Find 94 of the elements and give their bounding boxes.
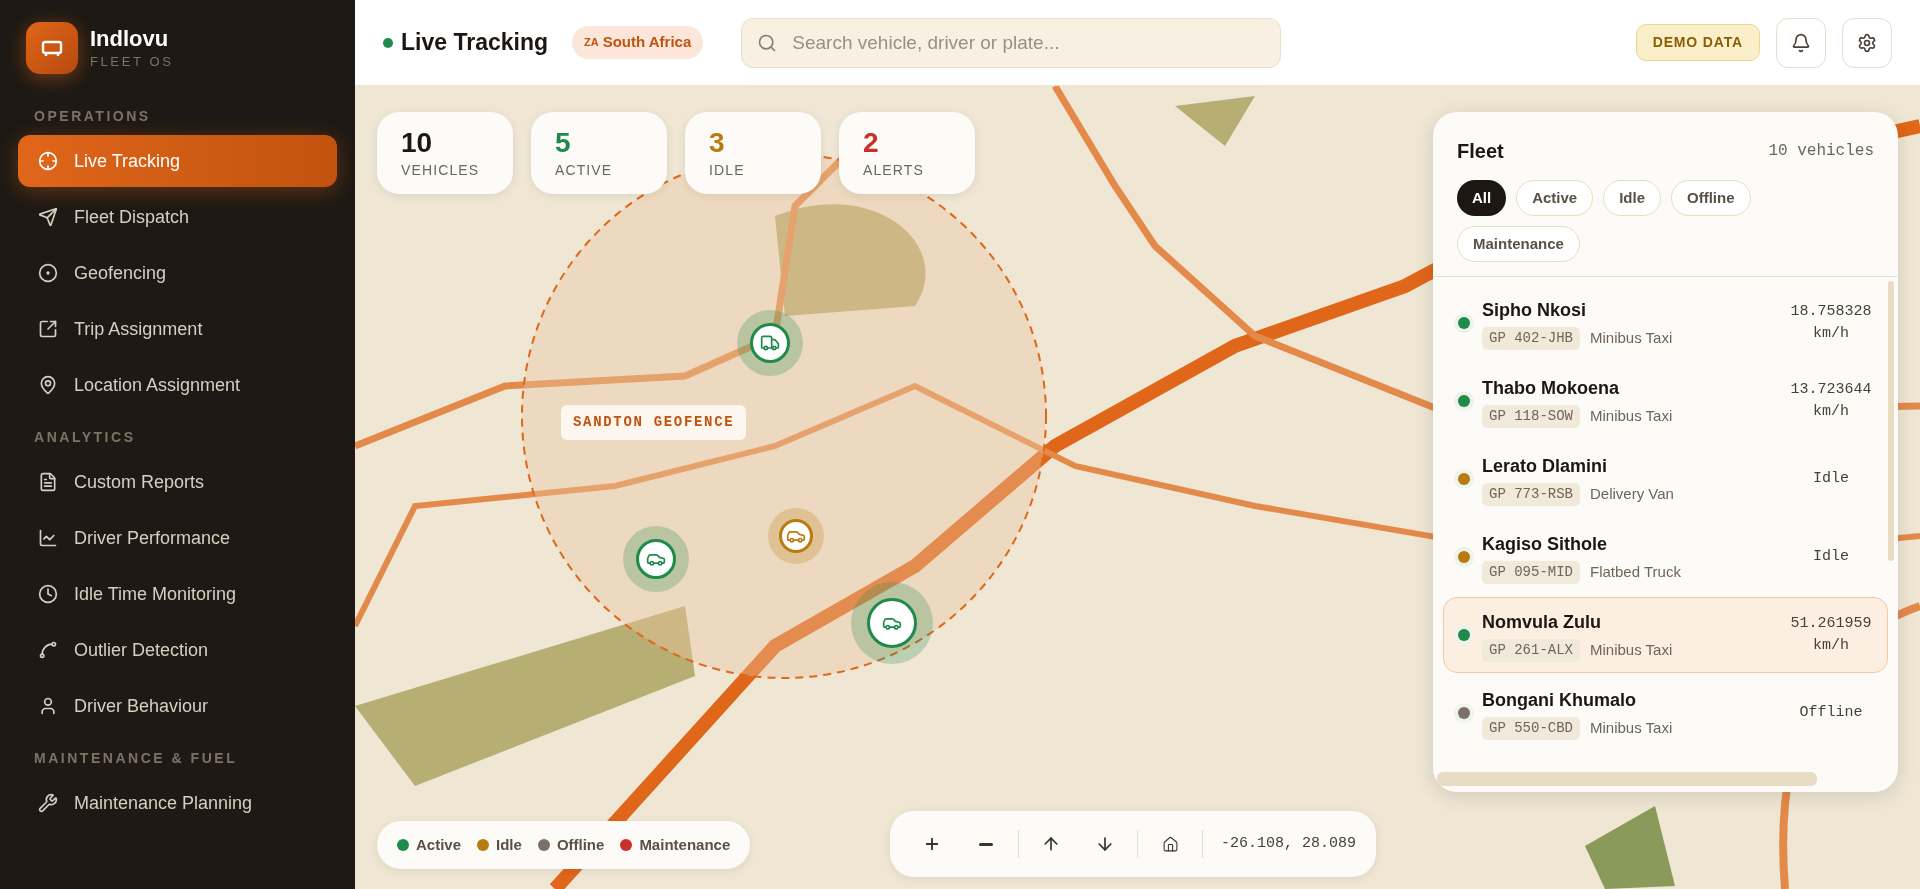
geofence-label: SANDTON GEOFENCE: [561, 405, 747, 440]
vehicle-row[interactable]: Thabo Mokoena GP 118-SOW Minibus Taxi 13.723644 km/h: [1443, 363, 1888, 439]
driver-name: Sipho Nkosi: [1482, 298, 1587, 322]
document-icon: [38, 472, 58, 492]
vehicle-type: Minibus Taxi: [1590, 639, 1673, 660]
driver-name: Thabo Mokoena: [1482, 376, 1620, 400]
vehicle-type: Flatbed Truck: [1590, 561, 1681, 582]
legend-label: Maintenance: [639, 834, 731, 855]
notifications-button[interactable]: [1776, 17, 1826, 68]
plate-tag: GP 118-SOW: [1482, 404, 1580, 428]
fleet-title: Fleet: [1457, 139, 1504, 164]
nav-item[interactable]: Live Tracking: [18, 135, 337, 187]
legend-label: Active: [416, 834, 462, 855]
section-heading: ANALYTICS: [33, 428, 137, 447]
page-title: Live Tracking: [401, 28, 548, 58]
filter-chip[interactable]: All: [1457, 180, 1507, 216]
stat-value: 2: [863, 126, 880, 160]
plate-tag: GP 773-RSB: [1482, 482, 1580, 506]
vehicle-row[interactable]: Kagiso Sithole GP 095-MID Flatbed Truck Idle: [1443, 519, 1888, 595]
filter-chip[interactable]: Offline: [1671, 180, 1751, 216]
vehicle-row[interactable]: Nomvula Zulu GP 261-ALX Minibus Taxi 51.261959 km/h: [1443, 597, 1888, 673]
vertical-scrollbar[interactable]: [1888, 281, 1894, 561]
stat-value: 3: [709, 126, 726, 160]
plate-tag: GP 550-CBD: [1482, 716, 1580, 740]
nav-item[interactable]: Custom Reports: [18, 456, 337, 508]
vehicle-type: Minibus Taxi: [1590, 405, 1673, 426]
external-arrow-icon: [38, 319, 58, 339]
vehicle-row[interactable]: Sipho Nkosi GP 402-JHB Minibus Taxi 18.758328 km/h: [1443, 285, 1888, 361]
map-coordinates: -26.108, 28.089: [1221, 833, 1357, 854]
vehicle-row[interactable]: Lerato Dlamini GP 773-RSB Delivery Van Idle: [1443, 441, 1888, 517]
nav-item[interactable]: Maintenance Planning: [18, 777, 337, 829]
plus-icon: [923, 835, 941, 853]
driver-name: Nomvula Zulu: [1482, 610, 1602, 634]
stat-label: IDLE: [709, 161, 746, 180]
vehicle-marker[interactable]: [768, 508, 824, 564]
nav-item[interactable]: Outlier Detection: [18, 624, 337, 676]
stat-label: ALERTS: [863, 161, 925, 180]
country-code: ZA: [584, 35, 599, 51]
region-label: South Africa: [602, 32, 692, 53]
truck-icon: [760, 333, 780, 353]
minus-icon: [979, 842, 993, 846]
nav-item[interactable]: Idle Time Monitoring: [18, 568, 337, 620]
line-chart-icon: [38, 528, 58, 548]
nav-item[interactable]: Fleet Dispatch: [18, 191, 337, 243]
logo-icon: [26, 22, 78, 74]
section-heading: MAINTENANCE & FUEL: [33, 749, 239, 768]
filter-chip[interactable]: Active: [1516, 180, 1594, 216]
brand-subtitle: FLEET OS: [90, 53, 174, 71]
vehicle-count: 10 vehicles: [1768, 141, 1874, 162]
nav-item[interactable]: Driver Performance: [18, 512, 337, 564]
vehicle-reading: 51.261959 km/h: [1789, 614, 1873, 656]
horizontal-scrollbar[interactable]: [1437, 772, 1817, 786]
stat-label: VEHICLES: [401, 161, 481, 180]
stat-label: ACTIVE: [555, 161, 614, 180]
driver-name: Kagiso Sithole: [1482, 532, 1608, 556]
vehicle-reading: 18.758328 km/h: [1789, 302, 1873, 344]
filter-chip[interactable]: Idle: [1603, 180, 1662, 216]
vehicle-reading: 13.723644 km/h: [1789, 380, 1873, 422]
filter-chip[interactable]: Maintenance: [1457, 226, 1580, 262]
search-icon: [757, 32, 778, 53]
home-icon: [1161, 835, 1179, 853]
driver-name: Bongani Khumalo: [1482, 688, 1637, 712]
legend-label: Idle: [496, 834, 522, 855]
stat-value: 10: [401, 126, 434, 160]
nav-item[interactable]: Driver Behaviour: [18, 680, 337, 732]
vehicle-reading: Idle: [1812, 547, 1850, 568]
settings-button[interactable]: [1842, 17, 1892, 68]
send-icon: [38, 207, 58, 227]
settings-icon: [1857, 32, 1877, 53]
plate-tag: GP 095-MID: [1482, 560, 1580, 584]
plate-tag: GP 261-ALX: [1482, 638, 1580, 662]
vehicle-type: Minibus Taxi: [1590, 717, 1673, 738]
vehicle-reading: Idle: [1812, 469, 1850, 490]
section-heading: OPERATIONS: [33, 107, 152, 126]
nav-item[interactable]: Location Assignment: [18, 359, 337, 411]
stat-value: 5: [555, 126, 572, 160]
map-pin-icon: [38, 375, 58, 395]
search-field[interactable]: Search vehicle, driver or plate...: [741, 17, 1282, 68]
wrench-icon: [38, 793, 58, 813]
nav-item[interactable]: Trip Assignment: [18, 303, 337, 355]
driver-name: Lerato Dlamini: [1482, 454, 1609, 478]
brand-name: Indlovu: [90, 24, 170, 52]
clock-icon: [38, 584, 58, 604]
vehicle-row[interactable]: Bongani Khumalo GP 550-CBD Minibus Taxi Offline: [1443, 675, 1888, 751]
vehicle-type: Delivery Van: [1590, 483, 1674, 504]
vehicle-type: Minibus Taxi: [1590, 327, 1673, 348]
demo-data-badge: DEMO DATA: [1635, 24, 1760, 61]
crosshair-icon: [38, 151, 58, 171]
legend-label: Offline: [556, 834, 605, 855]
nav-item[interactable]: Geofencing: [18, 247, 337, 299]
vehicle-reading: Offline: [1798, 703, 1864, 724]
user-icon: [38, 696, 58, 716]
bell-icon: [1791, 32, 1811, 53]
plate-tag: GP 402-JHB: [1482, 326, 1580, 350]
